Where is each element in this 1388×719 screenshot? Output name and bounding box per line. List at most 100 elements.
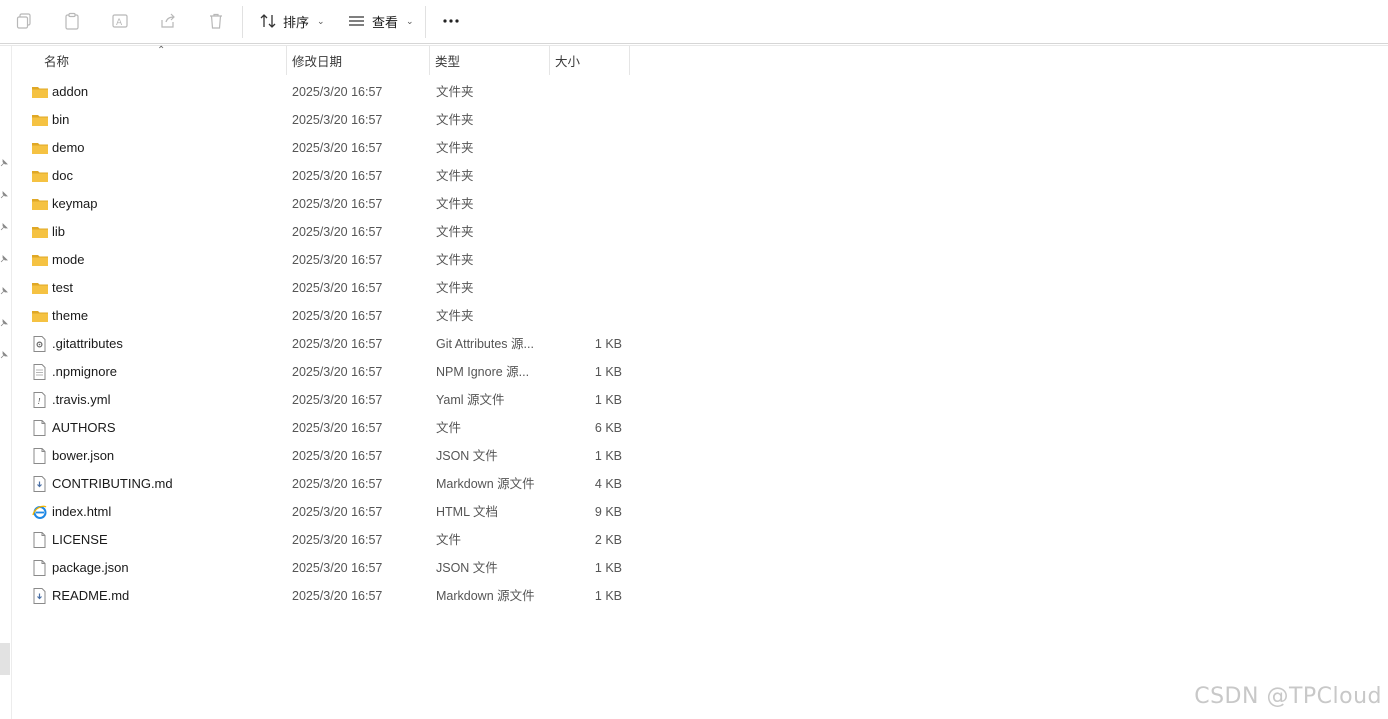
file-name: .gitattributes — [52, 336, 123, 351]
pin-icon[interactable] — [0, 255, 8, 263]
file-type: Markdown 源文件 — [436, 589, 535, 603]
file-row[interactable]: AUTHORS 2025/3/20 16:57 文件 6 KB — [14, 414, 634, 442]
trash-icon[interactable] — [206, 11, 226, 31]
file-row[interactable]: bower.json 2025/3/20 16:57 JSON 文件 1 KB — [14, 442, 634, 470]
more-options-button[interactable] — [440, 10, 462, 32]
file-size: 1 KB — [594, 561, 622, 575]
file-row[interactable]: index.html 2025/3/20 16:57 HTML 文档 9 KB — [14, 498, 634, 526]
file-size — [552, 218, 622, 246]
file-row[interactable]: doc 2025/3/20 16:57 文件夹 — [14, 162, 634, 190]
file-row[interactable]: test 2025/3/20 16:57 文件夹 — [14, 274, 634, 302]
pin-icon[interactable] — [0, 159, 8, 167]
rename-icon[interactable]: A — [110, 11, 130, 31]
column-header-type-label: 类型 — [435, 55, 461, 69]
file-type: 文件夹 — [436, 253, 474, 267]
file-name: mode — [52, 252, 85, 267]
column-header-name-label: 名称 — [44, 55, 70, 69]
folder-icon — [31, 280, 49, 296]
file-name: README.md — [52, 588, 130, 603]
column-header-size-label: 大小 — [555, 55, 581, 69]
file-modified-date: 2025/3/20 16:57 — [292, 449, 383, 463]
navigation-pane[interactable] — [0, 46, 12, 719]
column-header-size[interactable]: 大小 — [549, 46, 629, 75]
file-type: JSON 文件 — [436, 449, 498, 463]
file-name: doc — [52, 168, 73, 183]
file-type: Git Attributes 源... — [436, 337, 534, 351]
file-size: 1 KB — [594, 365, 622, 379]
file-name: CONTRIBUTING.md — [52, 476, 173, 491]
file-type: 文件 — [436, 421, 462, 435]
file-row[interactable]: package.json 2025/3/20 16:57 JSON 文件 1 KB — [14, 554, 634, 582]
chevron-down-icon: ⌄ — [317, 15, 325, 26]
file-name: index.html — [52, 504, 112, 519]
file-modified-date: 2025/3/20 16:57 — [292, 309, 383, 323]
pin-icon[interactable] — [0, 287, 8, 295]
column-header-date-label: 修改日期 — [292, 55, 343, 69]
view-label: 查看 — [372, 14, 399, 30]
file-row[interactable]: README.md 2025/3/20 16:57 Markdown 源文件 1 KB — [14, 582, 634, 610]
view-lines-icon — [349, 16, 364, 26]
file-type: Yaml 源文件 — [436, 393, 505, 407]
file-row[interactable]: demo 2025/3/20 16:57 文件夹 — [14, 134, 634, 162]
file-row[interactable]: mode 2025/3/20 16:57 文件夹 — [14, 246, 634, 274]
column-header-date[interactable]: 修改日期 — [286, 46, 429, 75]
file-row[interactable]: CONTRIBUTING.md 2025/3/20 16:57 Markdown 源… — [14, 470, 634, 498]
column-header-type[interactable]: 类型 — [429, 46, 549, 75]
column-resize-handle[interactable] — [629, 46, 630, 75]
file-name: .npmignore — [52, 364, 118, 379]
blank-file-icon — [31, 560, 49, 576]
pin-icon[interactable] — [0, 223, 8, 231]
file-modified-date: 2025/3/20 16:57 — [292, 169, 383, 183]
file-row[interactable]: bin 2025/3/20 16:57 文件夹 — [14, 106, 634, 134]
file-modified-date: 2025/3/20 16:57 — [292, 421, 383, 435]
file-row[interactable]: .npmignore 2025/3/20 16:57 NPM Ignore 源...… — [14, 358, 634, 386]
column-header-name[interactable]: 名称 — [38, 46, 286, 75]
file-name: theme — [52, 308, 89, 323]
file-modified-date: 2025/3/20 16:57 — [292, 561, 383, 575]
blank-file-icon — [31, 448, 49, 464]
file-name: bower.json — [52, 448, 115, 463]
file-modified-date: 2025/3/20 16:57 — [292, 589, 383, 603]
file-size — [552, 246, 622, 274]
copy-icon[interactable] — [14, 11, 34, 31]
chevron-down-icon: ⌄ — [406, 15, 414, 26]
pin-icon[interactable] — [0, 319, 8, 327]
file-modified-date: 2025/3/20 16:57 — [292, 281, 383, 295]
file-type: 文件夹 — [436, 113, 474, 127]
file-row[interactable]: theme 2025/3/20 16:57 文件夹 — [14, 302, 634, 330]
file-type: 文件 — [436, 533, 462, 547]
pin-icon[interactable] — [0, 191, 8, 199]
folder-icon — [31, 224, 49, 240]
pin-icon[interactable] — [0, 351, 8, 359]
paste-icon[interactable] — [62, 11, 82, 31]
file-name: keymap — [52, 196, 98, 211]
file-name: .travis.yml — [52, 392, 111, 407]
file-type: Markdown 源文件 — [436, 477, 535, 491]
file-row[interactable]: LICENSE 2025/3/20 16:57 文件 2 KB — [14, 526, 634, 554]
file-row[interactable]: ! .travis.yml 2025/3/20 16:57 Yaml 源文件 1 KB — [14, 386, 634, 414]
file-size — [552, 190, 622, 218]
file-size: 2 KB — [594, 533, 622, 547]
file-modified-date: 2025/3/20 16:57 — [292, 505, 383, 519]
file-type: 文件夹 — [436, 169, 474, 183]
watermark: CSDN @TPCloud — [1194, 684, 1382, 709]
file-type: 文件夹 — [436, 309, 474, 323]
file-modified-date: 2025/3/20 16:57 — [292, 141, 383, 155]
file-row[interactable]: lib 2025/3/20 16:57 文件夹 — [14, 218, 634, 246]
markdown-file-icon — [31, 476, 49, 492]
file-name: lib — [52, 224, 66, 239]
file-row[interactable]: addon 2025/3/20 16:57 文件夹 — [14, 78, 634, 106]
file-size — [552, 78, 622, 106]
file-modified-date: 2025/3/20 16:57 — [292, 337, 383, 351]
file-row[interactable]: keymap 2025/3/20 16:57 文件夹 — [14, 190, 634, 218]
share-icon[interactable] — [158, 11, 178, 31]
file-row[interactable]: .gitattributes 2025/3/20 16:57 Git Attribu… — [14, 330, 634, 358]
nav-scrollbar-thumb[interactable] — [0, 643, 10, 675]
file-size: 9 KB — [594, 505, 622, 519]
file-size: 1 KB — [594, 393, 622, 407]
file-size: 1 KB — [594, 449, 622, 463]
view-button[interactable]: 查看 ⌄ — [348, 10, 414, 32]
command-bar: A 排序 ⌄ 查看 ⌄ — [0, 0, 1388, 43]
sort-button[interactable]: 排序 ⌄ — [259, 10, 325, 32]
svg-text:!: ! — [38, 397, 41, 406]
